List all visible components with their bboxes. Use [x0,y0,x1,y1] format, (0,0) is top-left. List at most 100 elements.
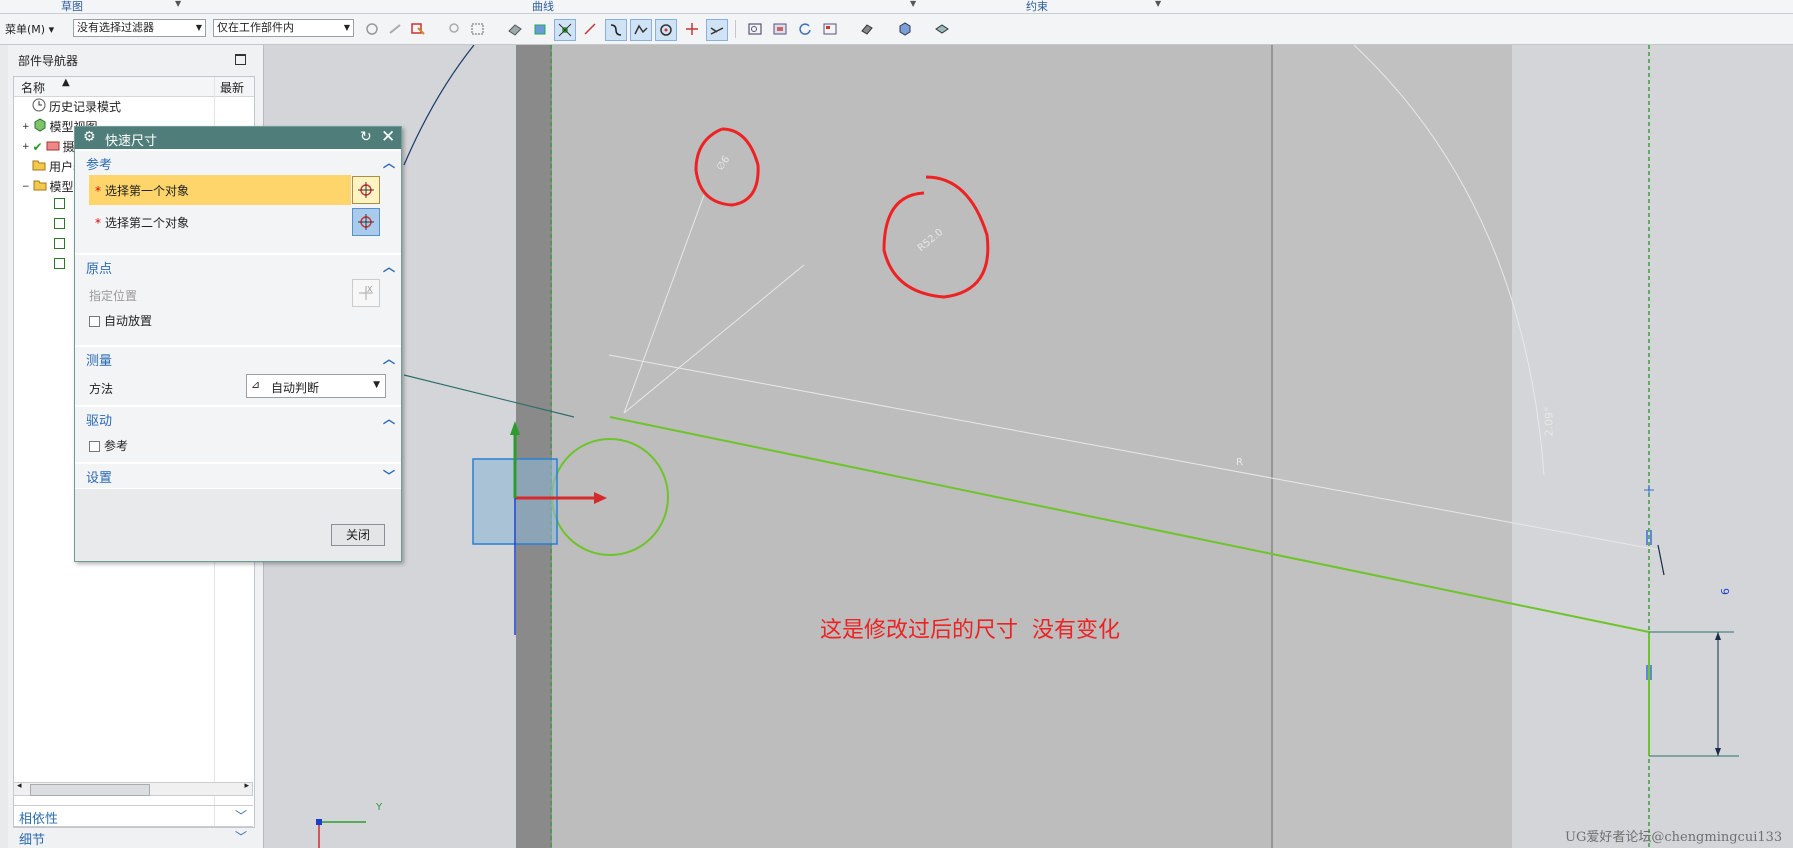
collapse-icon[interactable]: − [22,182,30,192]
dialog-title: 快速尺寸 [105,134,158,149]
close-icon[interactable]: ✕ [381,127,395,147]
cross-icon[interactable] [682,19,702,39]
scope-value: 仅在工作部件内 [217,21,294,34]
column-latest[interactable]: 最新 [220,79,244,96]
linear-dimension[interactable]: 6 [1719,588,1732,595]
expand-icon[interactable]: + [22,142,30,152]
chevron-up-icon[interactable]: ︿ [383,258,395,275]
snap2-icon[interactable] [385,19,405,39]
crosshair-icon[interactable] [352,176,380,204]
select-icon[interactable] [408,19,428,39]
tree-item-feature[interactable] [54,218,69,229]
chevron-up-icon[interactable]: ︿ [383,350,395,367]
snap-point-icon[interactable] [554,19,576,41]
ribbon-group-sketch[interactable]: 草图 [61,0,83,14]
checkbox-icon[interactable] [89,441,100,452]
section-title: 原点 [86,262,113,277]
reset-icon[interactable]: ↻ [360,129,372,145]
auto-place-checkbox[interactable]: 自动放置 [89,312,152,329]
lasso-icon[interactable] [445,19,465,39]
reference-checkbox[interactable]: 参考 [89,437,128,454]
section-label: 细节 [19,833,46,848]
chevron-down-icon[interactable]: ▼ [1155,0,1161,8]
tree-item-feature[interactable] [54,258,69,269]
tree-item-feature[interactable] [54,238,69,249]
select-second-object[interactable]: * 选择第二个对象 [89,207,359,237]
line-icon[interactable] [580,19,600,39]
method-select[interactable]: ⊿ 自动判断 ▼ [246,374,386,398]
location-picker-icon[interactable]: X [352,279,380,307]
required-icon: * [95,216,101,230]
navigator-section-details[interactable]: 细节 ﹀ [13,826,253,848]
scroll-right-icon[interactable]: ▸ [244,781,249,791]
scroll-left-icon[interactable]: ◂ [17,781,22,791]
section-header[interactable]: 设置 ﹀ [75,464,401,486]
chevron-down-icon: ▼ [195,23,202,32]
maximize-icon[interactable] [235,54,246,65]
display-icon[interactable] [932,19,952,39]
navigator-section-dependencies[interactable]: 相依性 ﹀ [13,805,253,827]
chevron-down-icon[interactable]: ﹀ [235,828,247,845]
menu-button[interactable]: 菜单(M) ▾ [5,21,54,37]
chevron-down-icon[interactable]: ▼ [175,0,181,8]
chevron-up-icon[interactable]: ︿ [383,410,395,427]
face-icon[interactable] [505,19,525,39]
horizontal-scrollbar[interactable]: ◂ ▸ [13,781,253,796]
sort-up-icon[interactable]: ▲ [62,77,70,88]
curve-icon[interactable] [605,19,627,41]
chevron-up-icon[interactable]: ︿ [383,154,395,171]
close-button[interactable]: 关闭 [331,524,385,546]
chevron-down-icon[interactable]: ▼ [910,0,916,8]
ribbon-bar: 草图 ▼ 曲线 ▼ 约束 ▼ [0,0,1793,14]
section-reference: 参考 ︿ * 选择第一个对象 * 选择第二个对象 [75,151,401,253]
method-label: 方法 [89,382,114,396]
watermark: UG爱好者论坛@chengmingcui133 [1565,830,1783,845]
expand-icon[interactable]: + [22,122,30,132]
scope-select[interactable]: 仅在工作部件内 ▼ [213,19,354,37]
section-header[interactable]: 驱动 ︿ [75,407,401,429]
quick-dimension-dialog: ⚙ 快速尺寸 ↻ ✕ 参考 ︿ * 选择第一个对象 * 选择第二个对象 原点 ︿ 指定位… [74,126,402,562]
section-header[interactable]: 参考 ︿ [75,151,401,173]
chevron-down-icon[interactable]: ﹀ [383,467,395,484]
frame-icon[interactable] [770,19,790,39]
arc-icon[interactable] [630,19,652,41]
cube-icon[interactable] [895,19,915,39]
dialog-titlebar[interactable]: ⚙ 快速尺寸 ↻ ✕ [75,127,401,149]
checkbox-icon[interactable] [54,258,65,269]
section-title: 设置 [86,471,113,486]
layout-icon[interactable] [820,19,840,39]
selection-filter-select[interactable]: 没有选择过滤器 ▼ [73,19,206,37]
crosshair-icon[interactable] [352,208,380,236]
selection-filter-value: 没有选择过滤器 [77,21,154,34]
checkbox-icon[interactable] [54,238,65,249]
snap-icon[interactable] [362,19,382,39]
circle-icon[interactable] [655,19,677,41]
chevron-down-icon: ▼ [373,380,380,390]
sketch-geometry [264,45,1793,848]
body-icon[interactable] [530,19,550,39]
ribbon-group-curve[interactable]: 曲线 [532,0,554,14]
ribbon-group-constraint[interactable]: 约束 [1026,0,1048,14]
box-select-icon[interactable] [468,19,488,39]
radius-label[interactable]: R [1236,457,1243,468]
section-header[interactable]: 测量 ︿ [75,347,401,369]
angle-dimension[interactable]: 2.09° [1543,407,1556,437]
rotate-icon[interactable] [795,19,815,39]
select-first-object[interactable]: * 选择第一个对象 [89,175,351,205]
folder-icon [33,178,47,195]
checkbox-icon[interactable] [89,316,100,327]
chevron-down-icon[interactable]: ﹀ [235,807,247,824]
section-header[interactable]: 原点 ︿ [75,255,401,277]
tree-item-history[interactable]: 历史记录模式 [32,98,121,115]
trim-icon[interactable] [706,19,728,41]
view-icon[interactable] [745,19,765,39]
graphics-window[interactable]: ∅6 R52.0 2.09° 6 R Y [264,45,1793,848]
shade-icon[interactable] [857,19,877,39]
auto-place-label: 自动放置 [104,314,153,328]
clock-icon [32,98,46,115]
checkbox-icon[interactable] [54,218,65,229]
checkbox-icon[interactable] [54,198,65,209]
column-name[interactable]: 名称 [21,79,45,96]
scroll-thumb[interactable] [30,784,150,796]
tree-item-feature[interactable] [54,198,69,209]
